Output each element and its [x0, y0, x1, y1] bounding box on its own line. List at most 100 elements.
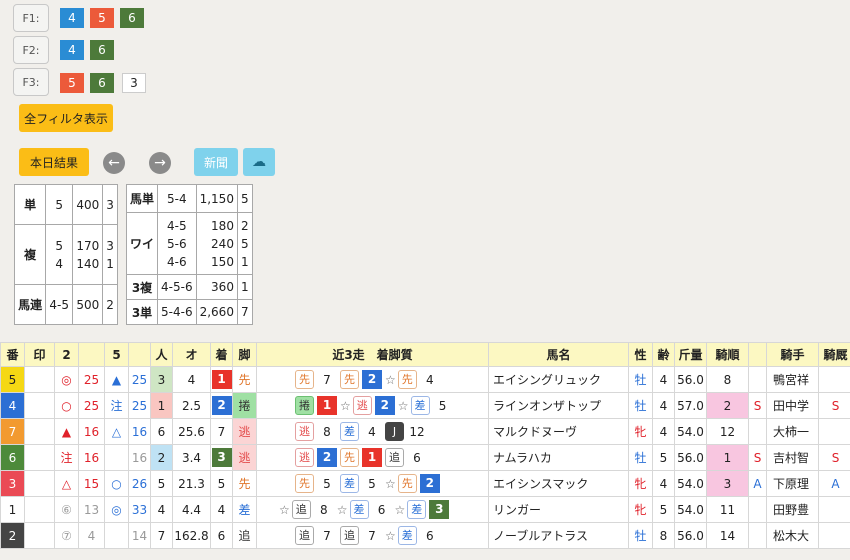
race-row[interactable]: 5 ◎ 25 ▲ 25 3 4 1 先先 7 先 2 ☆ 先 4 エイシングリュック牡 4 56.0 8 鴨宮祥: [0, 366, 850, 393]
horse-number: 4: [0, 392, 25, 419]
header-col-jockey[interactable]: 騎手: [766, 342, 819, 367]
mark-input[interactable]: [24, 522, 55, 549]
horse-number: 3: [0, 470, 25, 497]
payout-amount: 240: [211, 236, 234, 251]
header-col-2-mark[interactable]: 2: [54, 342, 79, 367]
recent-runs-wrap: 先 7 先 2 ☆ 先 4: [258, 368, 488, 392]
mark-input[interactable]: [24, 444, 55, 471]
header-col-odds[interactable]: オ: [172, 342, 211, 367]
race-row[interactable]: 1 ⑥ 13 ◎ 33 4 4.4 4 差 ☆ 追 8 ☆ 差 6 ☆ 差 3 リンガー牝 5 54.0 11 田野豊: [0, 496, 850, 523]
header-col-kijun[interactable]: 騎順: [706, 342, 749, 367]
today-results-button[interactable]: 本日結果: [19, 148, 89, 176]
mark-input[interactable]: [24, 418, 55, 445]
sex: 牝: [628, 418, 653, 445]
header-col-ban[interactable]: 番: [0, 342, 25, 367]
age: 4: [652, 392, 675, 419]
score-5: 25: [128, 392, 151, 419]
score-5: 14: [128, 522, 151, 549]
header-col-kikyu[interactable]: 騎厩: [818, 342, 850, 367]
header-col-chaku[interactable]: 着: [210, 342, 233, 367]
horse-number: 7: [0, 418, 25, 445]
recent-3-runs: 逃 8 差 4 J 12: [256, 418, 489, 445]
score-2: 16: [78, 418, 105, 445]
filter-f3-chip-2[interactable]: 6: [90, 73, 114, 93]
header-col-5-mark[interactable]: 5: [104, 342, 129, 367]
filter-f3-chip-1[interactable]: 5: [60, 73, 84, 93]
payout-horse: 5: [55, 238, 63, 253]
star-icon: ☆: [340, 398, 351, 413]
race-row[interactable]: 3 △ 15 ○ 26 5 21.3 5 先先 5 差 5 ☆ 先 2 エイシンスマック牝 4 54.0 3 A 下原理…: [0, 470, 850, 497]
run-style-box: 先: [340, 448, 359, 467]
mark-5: [104, 444, 129, 471]
payout-pop: 1: [236, 274, 253, 300]
mark-input[interactable]: [24, 366, 55, 393]
horse-name[interactable]: マルクドヌーヴ: [488, 418, 629, 445]
horse-name[interactable]: リンガー: [488, 496, 629, 523]
filter-f1-button[interactable]: F1:: [13, 4, 49, 32]
age: 8: [652, 522, 675, 549]
race-row[interactable]: 4 ○ 25 注 25 1 2.5 2 捲捲 1 ☆ 逃 2 ☆ 差 5 ラインオンザトップ牡 4 57.0 2 S 田中…: [0, 392, 850, 419]
header-col-2-num[interactable]: [78, 342, 105, 367]
jockey-stable-grade: S: [818, 392, 850, 419]
header-col-recent[interactable]: 近3走 着脚質: [256, 342, 489, 367]
filter-f2-chip-2[interactable]: 6: [90, 40, 114, 60]
age: 5: [652, 444, 675, 471]
horse-name[interactable]: ノーブルアトラス: [488, 522, 629, 549]
race-row[interactable]: 2 ⑦ 4 14 7 162.8 6 追追 7 追 7 ☆ 差 6 ノーブルアトラス牡 8 56.0 14 松木大: [0, 522, 850, 549]
finish: 1: [210, 366, 233, 393]
cloud-download-icon[interactable]: ☁: [243, 148, 275, 176]
recent-runs-wrap: 先 5 差 5 ☆ 先 2: [258, 472, 488, 496]
mark-2: ⑥: [54, 496, 79, 523]
mark-input[interactable]: [24, 470, 55, 497]
header-col-kinryo[interactable]: 斤量: [674, 342, 707, 367]
jockey-rank: 2: [706, 392, 749, 419]
recent-3-runs: 先 5 差 5 ☆ 先 2: [256, 470, 489, 497]
header-col-kyaku[interactable]: 脚: [232, 342, 257, 367]
show-all-filters-button[interactable]: 全フィルタ表示: [19, 104, 113, 132]
finish-badge: 1: [211, 370, 232, 389]
race-row[interactable]: 7 ▲ 16 △ 16 6 25.6 7 逃逃 8 差 4 J 12 マルクドヌーヴ牝 4 54.0 12 大柿一: [0, 418, 850, 445]
header-col-name[interactable]: 馬名: [488, 342, 629, 367]
payout-horse: 5-4: [157, 184, 197, 213]
horse-name[interactable]: エイシンスマック: [488, 470, 629, 497]
filter-f2-button[interactable]: F2:: [13, 36, 49, 64]
filter-f3-chip-3[interactable]: 3: [122, 73, 146, 93]
filter-f1-chip-3[interactable]: 6: [120, 8, 144, 28]
run-place: 8: [319, 502, 328, 517]
payout-label: 馬連: [13, 284, 47, 325]
newspaper-button[interactable]: 新聞: [194, 148, 238, 176]
score-5: 16: [128, 418, 151, 445]
mark-input[interactable]: [24, 392, 55, 419]
race-row[interactable]: 6 注 16 16 2 3.4 3 逃逃 2 先 1 追 6 ナムラハカ牡 5 56.0 1 S 吉村智 S: [0, 444, 850, 471]
weight: 57.0: [674, 392, 707, 419]
header-col-mark[interactable]: 印: [24, 342, 55, 367]
prev-arrow-icon[interactable]: ←: [103, 152, 125, 174]
run-style-box: 先: [397, 370, 417, 389]
filter-f1-chip-1[interactable]: 4: [60, 8, 84, 28]
filter-f1-chip-2[interactable]: 5: [90, 8, 114, 28]
finish: 6: [210, 522, 233, 549]
payout-amount: 1,150: [195, 184, 238, 213]
header-col-5-num[interactable]: [128, 342, 151, 367]
filter-f2-chip-1[interactable]: 4: [60, 40, 84, 60]
horse-name[interactable]: ナムラハカ: [488, 444, 629, 471]
run-style-box: 逃: [295, 422, 314, 441]
weight: 54.0: [674, 418, 707, 445]
header-col-sex[interactable]: 性: [628, 342, 653, 367]
run-place: 5: [368, 476, 376, 491]
jockey-grade: A: [748, 470, 767, 497]
run-style-box: 逃: [352, 396, 372, 415]
filter-f3-button[interactable]: F3:: [13, 68, 49, 96]
header-col-ninki[interactable]: 人: [150, 342, 173, 367]
header-col-s[interactable]: [748, 342, 767, 367]
jockey-rank: 8: [706, 366, 749, 393]
run-place: 7: [323, 372, 331, 387]
header-col-age[interactable]: 齢: [652, 342, 675, 367]
next-arrow-icon[interactable]: →: [149, 152, 171, 174]
age: 4: [652, 366, 675, 393]
horse-name[interactable]: ラインオンザトップ: [488, 392, 629, 419]
odds: 4: [172, 366, 211, 393]
sex: 牝: [628, 496, 653, 523]
horse-name[interactable]: エイシングリュック: [488, 366, 629, 393]
mark-input[interactable]: [24, 496, 55, 523]
